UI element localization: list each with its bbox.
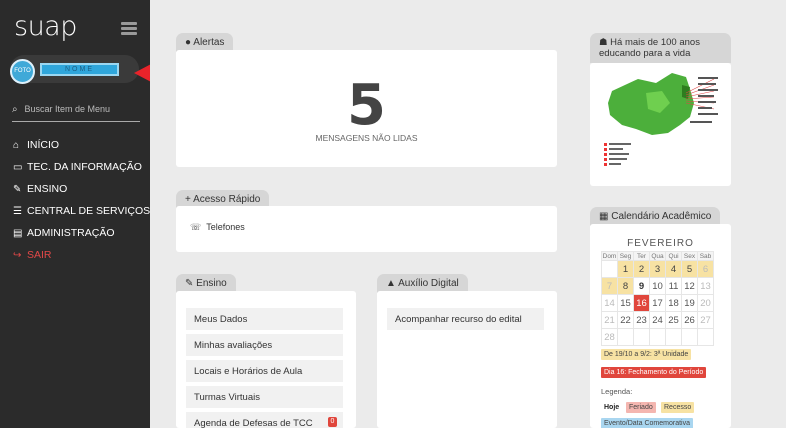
calendar-day[interactable]: 24 — [649, 311, 666, 329]
search-icon: ⌕ — [12, 104, 18, 115]
calendar-day[interactable]: 18 — [665, 294, 682, 312]
monitor-icon: ▭ — [13, 162, 23, 173]
calendar-day[interactable]: 13 — [697, 277, 714, 295]
legend-evento: Evento/Data Comemorativa — [601, 418, 693, 428]
sidebar-item-administracao[interactable]: ▤ ADMINISTRAÇÃO — [13, 227, 115, 239]
plus-icon: + — [185, 194, 191, 205]
sidebar-item-sair[interactable]: ↪ SAIR — [13, 249, 52, 261]
legend-title: Legenda: — [601, 387, 633, 396]
legend-feriado: Feriado — [626, 402, 656, 413]
pencil-icon: ✎ — [13, 184, 22, 195]
event-yellow-chip[interactable]: De 19/10 a 9/2: 3ª Unidade — [601, 349, 692, 360]
phone-icon: ☏ — [190, 222, 202, 232]
calendar-day[interactable]: 2 — [633, 260, 650, 278]
unread-label: MENSAGENS NÃO LIDAS — [315, 133, 418, 143]
list-item[interactable]: Acompanhar recurso do edital — [387, 308, 544, 330]
calendar-day[interactable]: 8 — [617, 277, 634, 295]
calendar-day[interactable]: 12 — [681, 277, 698, 295]
sidebar-item-central-servicos[interactable]: ☰ CENTRAL DE SERVIÇOS — [13, 205, 150, 217]
calendar-day[interactable]: 7 — [601, 277, 618, 295]
calendar-day[interactable]: 14 — [601, 294, 618, 312]
list-item[interactable]: Locais e Horários de Aula — [186, 360, 343, 382]
people-icon: ☗ — [599, 37, 608, 48]
calendar-day[interactable]: 20 — [697, 294, 714, 312]
calendar-day[interactable]: 26 — [681, 311, 698, 329]
calendar-day[interactable]: 27 — [697, 311, 714, 329]
calendar-day[interactable]: 5 — [681, 260, 698, 278]
menu-toggle-icon[interactable] — [121, 22, 137, 35]
calendar-card: FEVEREIRO Dom Seg Ter Qua Qui Sex Sab 1 … — [590, 224, 731, 428]
list-item[interactable]: Turmas Virtuais — [186, 386, 343, 408]
logout-icon: ↪ — [13, 250, 22, 261]
calendar-day[interactable]: 4 — [665, 260, 682, 278]
count-badge: 0 — [328, 417, 337, 427]
calendar-day[interactable]: 15 — [617, 294, 634, 312]
calendar-day[interactable]: 6 — [697, 260, 714, 278]
legend-hoje: Hoje — [601, 402, 623, 413]
list-item[interactable]: Agenda de Defesas de TCC 0 — [186, 412, 343, 428]
auxilio-card: Acompanhar recurso do edital — [377, 291, 557, 428]
calendar-day[interactable]: 11 — [665, 277, 682, 295]
sidebar: suap FOTO NOME ⌕ Buscar Item de Menu ⌂ IN… — [0, 0, 150, 428]
graduation-cap-icon: ▲ — [386, 278, 396, 289]
calendar-day-today[interactable]: 9 — [633, 277, 650, 295]
calendar-day-closing[interactable]: 16 — [633, 294, 650, 312]
list-item[interactable]: Meus Dados — [186, 308, 343, 330]
calendar-day[interactable]: 19 — [681, 294, 698, 312]
avatar[interactable]: FOTO — [10, 59, 35, 84]
legend-recesso: Recesso — [661, 402, 695, 413]
calendar-month: FEVEREIRO — [627, 238, 694, 249]
grid-icon: ▤ — [13, 228, 23, 239]
calendar-day[interactable]: 1 — [617, 260, 634, 278]
list-icon: ☰ — [13, 206, 22, 217]
calendar-day[interactable]: 23 — [633, 311, 650, 329]
bahia-card — [590, 63, 731, 186]
event-red-chip[interactable]: Dia 16: Fechamento do Período — [601, 367, 707, 378]
calendar-day[interactable]: 22 — [617, 311, 634, 329]
user-name[interactable]: NOME — [40, 63, 119, 76]
calendar-icon: ▦ — [599, 211, 609, 222]
info-icon: ● — [185, 37, 192, 48]
phone-link[interactable]: ☏ Telefones — [190, 222, 245, 233]
calendar-day — [601, 260, 618, 278]
ensino-card: Meus Dados Minhas avaliações Locais e Ho… — [176, 291, 356, 428]
alerts-card[interactable]: 5 MENSAGENS NÃO LIDAS — [176, 50, 557, 167]
search-input[interactable]: ⌕ Buscar Item de Menu — [12, 104, 140, 122]
calendar-day[interactable]: 25 — [665, 311, 682, 329]
home-icon: ⌂ — [13, 140, 20, 151]
list-item[interactable]: Minhas avaliações — [186, 334, 343, 356]
calendar-day[interactable]: 28 — [601, 328, 618, 346]
search-placeholder: Buscar Item de Menu — [24, 104, 111, 114]
calendar-day[interactable]: 10 — [649, 277, 666, 295]
suap-logo[interactable]: suap — [14, 11, 77, 42]
calendar-day[interactable]: 17 — [649, 294, 666, 312]
sidebar-item-inicio[interactable]: ⌂ INÍCIO — [13, 139, 59, 151]
calendar-grid: Dom Seg Ter Qua Qui Sex Sab 1 2 3 4 5 6 … — [601, 251, 714, 346]
pencil-icon: ✎ — [185, 278, 194, 289]
bahia-map-image[interactable] — [590, 63, 731, 186]
bahia-tab: ☗ Há mais de 100 anos educando para a vi… — [590, 33, 731, 63]
sidebar-item-ensino[interactable]: ✎ ENSINO — [13, 183, 67, 195]
calendar-day[interactable]: 3 — [649, 260, 666, 278]
unread-count[interactable]: 5 — [176, 73, 557, 138]
main-content: ● Alertas 5 MENSAGENS NÃO LIDAS + Acesso… — [150, 0, 786, 428]
calendar-day[interactable]: 21 — [601, 311, 618, 329]
sidebar-item-tec-informacao[interactable]: ▭ TEC. DA INFORMAÇÃO — [13, 161, 142, 173]
quick-access-card: ☏ Telefones — [176, 206, 557, 252]
